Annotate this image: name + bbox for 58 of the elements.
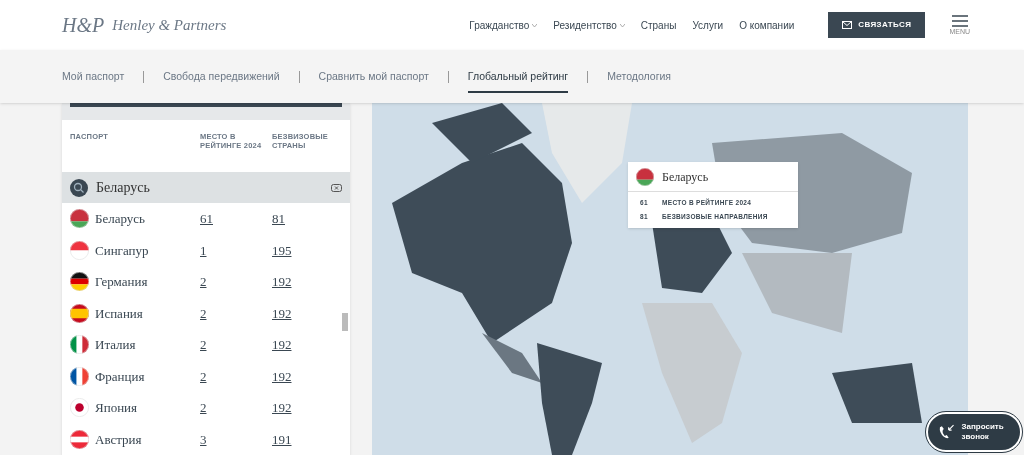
nav-link[interactable]: О компании bbox=[739, 17, 795, 33]
rank-link[interactable]: 1 bbox=[200, 240, 272, 260]
visa-free-link[interactable]: 191 bbox=[272, 429, 292, 449]
visa-free-link[interactable]: 192 bbox=[272, 398, 292, 418]
subnav-tab[interactable]: Мой паспорт bbox=[62, 59, 125, 94]
nav-link[interactable]: Резидентство bbox=[553, 17, 625, 33]
country-name[interactable]: Испания bbox=[95, 303, 143, 323]
visa-free-link[interactable]: 81 bbox=[272, 209, 285, 229]
nav-link[interactable]: Страны bbox=[640, 17, 677, 33]
contact-button[interactable]: СВЯЗАТЬСЯ bbox=[828, 12, 926, 38]
envelope-icon bbox=[842, 21, 853, 29]
country-name[interactable]: Австрия bbox=[95, 429, 142, 449]
caret-icon bbox=[619, 23, 625, 27]
visa-free-link[interactable]: 192 bbox=[272, 272, 292, 292]
rank-link[interactable]: 61 bbox=[200, 209, 272, 229]
rank-link[interactable]: 2 bbox=[200, 398, 272, 418]
search-icon bbox=[70, 178, 88, 197]
logo-mark[interactable]: H&P bbox=[62, 10, 105, 40]
brand-name: Henley & Partners bbox=[112, 15, 227, 35]
rank-link[interactable]: 3 bbox=[200, 429, 272, 449]
search-field[interactable]: Беларусь bbox=[96, 177, 296, 198]
nav-link[interactable]: Услуги bbox=[692, 17, 724, 33]
country-name[interactable]: Франция bbox=[95, 366, 145, 386]
caret-icon bbox=[532, 23, 538, 27]
search-bar[interactable]: Беларусь bbox=[62, 172, 350, 203]
flag-icon bbox=[70, 209, 89, 229]
rank-link[interactable]: 2 bbox=[200, 303, 272, 323]
subnav-tab[interactable]: Свобода передвижений bbox=[163, 59, 280, 94]
rank-link[interactable]: 2 bbox=[200, 335, 272, 355]
flag-icon bbox=[70, 398, 89, 418]
visa-free-link[interactable]: 192 bbox=[272, 366, 292, 386]
flag-icon bbox=[70, 366, 89, 386]
clear-icon[interactable] bbox=[331, 183, 342, 192]
subnav-tab[interactable]: Сравнить мой паспорт bbox=[318, 59, 429, 94]
country-name[interactable]: Япония bbox=[95, 398, 138, 418]
country-name[interactable]: Италия bbox=[95, 335, 136, 355]
flag-icon bbox=[70, 272, 89, 292]
country-name[interactable]: Сингапур bbox=[95, 240, 149, 260]
rank-link[interactable]: 2 bbox=[200, 272, 272, 292]
rank-link[interactable]: 2 bbox=[200, 366, 272, 386]
flag-icon bbox=[70, 240, 89, 260]
menu-icon bbox=[951, 15, 968, 27]
flag-icon bbox=[70, 335, 89, 355]
tooltip-country: Беларусь bbox=[662, 168, 709, 186]
scrollbar[interactable] bbox=[342, 313, 348, 331]
nav-link[interactable]: Гражданство bbox=[469, 17, 538, 33]
visa-free-link[interactable]: 192 bbox=[272, 335, 292, 355]
subnav-tab[interactable]: Глобальный рейтинг bbox=[467, 59, 569, 94]
request-call-button[interactable]: Запросить звонок bbox=[926, 412, 1022, 452]
country-name[interactable]: Германия bbox=[95, 272, 148, 292]
country-name[interactable]: Беларусь bbox=[95, 209, 146, 229]
visa-free-link[interactable]: 195 bbox=[272, 240, 292, 260]
phone-icon bbox=[938, 424, 956, 440]
subnav-tab[interactable]: Методология bbox=[607, 59, 672, 94]
flag-icon bbox=[70, 429, 89, 449]
flag-icon bbox=[636, 167, 654, 186]
flag-icon bbox=[70, 303, 89, 323]
visa-free-link[interactable]: 192 bbox=[272, 303, 292, 323]
